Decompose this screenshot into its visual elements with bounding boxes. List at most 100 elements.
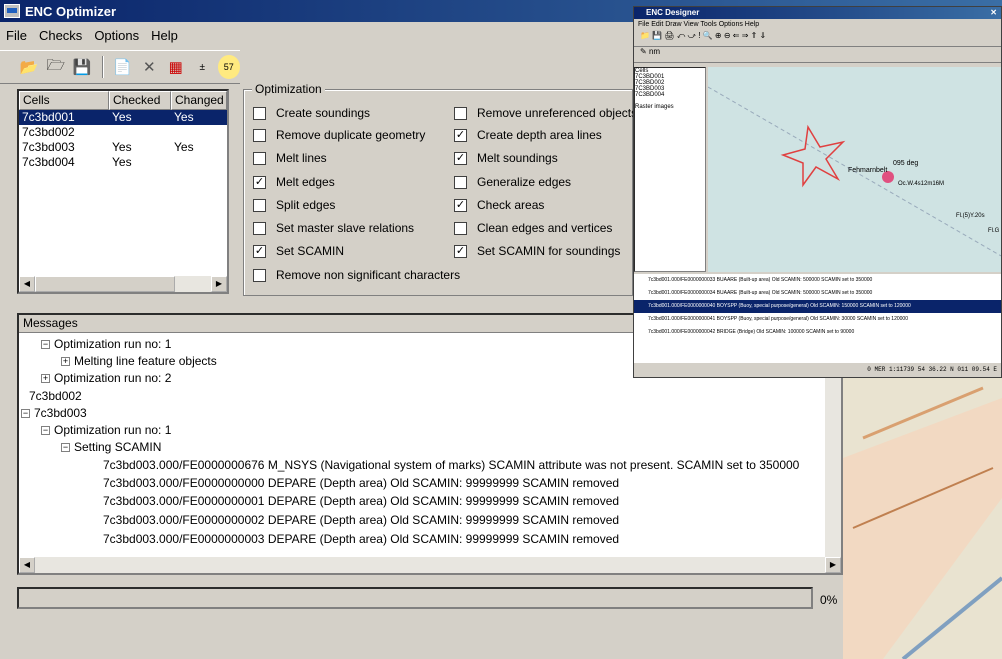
- open-folder-icon[interactable]: 📂: [18, 55, 41, 79]
- cells-list[interactable]: Cells Checked Changed 7c3bd001 Yes Yes 7…: [17, 89, 229, 294]
- scroll-left-icon[interactable]: ◀: [19, 276, 35, 292]
- tree-label: Setting SCAMIN: [74, 440, 162, 454]
- lightbulb-icon[interactable]: 57: [217, 55, 240, 79]
- split-edges-checkbox[interactable]: Split edges: [253, 198, 335, 212]
- check-areas-checkbox[interactable]: ✓ Check areas: [454, 198, 544, 212]
- tree-node[interactable]: + Optimization run no: 2: [41, 371, 171, 386]
- set-scamin-soundings-checkbox[interactable]: ✓ Set SCAMIN for soundings: [454, 244, 620, 258]
- clean-edges-checkbox[interactable]: Clean edges and vertices: [454, 221, 612, 235]
- delete-icon[interactable]: ✕: [138, 55, 161, 79]
- message-line[interactable]: 7c3bd003.000/FE0000000002 DEPARE (Depth …: [103, 513, 619, 528]
- melt-edges-checkbox[interactable]: ✓ Melt edges: [253, 175, 335, 189]
- table-row[interactable]: 7c3bd002: [19, 125, 227, 140]
- message-line[interactable]: 7c3bd003.000/FE0000000003 DEPARE (Depth …: [103, 532, 619, 547]
- cells-hscrollbar[interactable]: ◀ ▶: [19, 276, 227, 292]
- checkbox-box[interactable]: [454, 106, 467, 120]
- table-row[interactable]: 7c3bd001 Yes Yes: [19, 110, 227, 125]
- designer-menu-help[interactable]: Help: [745, 21, 759, 28]
- grid-icon[interactable]: ▦: [165, 55, 188, 79]
- log-line[interactable]: 7c3bd001.000/FE0000000040 BOYSPP (Buoy, …: [634, 300, 1001, 313]
- designer-cell-list[interactable]: Cells 7C3BD001 7C3BD002 7C3BD003 7C3BD00…: [634, 67, 706, 272]
- unit-select[interactable]: nm: [649, 47, 660, 56]
- melt-lines-checkbox[interactable]: Melt lines: [253, 151, 327, 165]
- message-line[interactable]: 7c3bd003.000/FE0000000676 M_NSYS (Naviga…: [103, 458, 799, 473]
- log-line[interactable]: 7c3bd001.000/FE0000000041 BOYSPP (Buoy, …: [634, 313, 1001, 326]
- save-icon[interactable]: 💾: [71, 55, 94, 79]
- menu-help[interactable]: Help: [145, 28, 184, 48]
- designer-menu-file[interactable]: File: [638, 21, 649, 28]
- checkbox-box[interactable]: ✓: [454, 128, 467, 142]
- tree-node[interactable]: + Melting line feature objects: [61, 354, 217, 369]
- designer-menu-tools[interactable]: Tools: [700, 21, 716, 28]
- expand-icon[interactable]: +: [61, 357, 70, 367]
- scroll-thumb[interactable]: [35, 276, 175, 292]
- melt-soundings-checkbox[interactable]: ✓ Melt soundings: [454, 151, 558, 165]
- set-scamin-checkbox[interactable]: ✓ Set SCAMIN: [253, 244, 344, 258]
- log-line[interactable]: 7c3bd001.000/FE0000000034 BUAARE (Built-…: [634, 287, 1001, 300]
- header-cells[interactable]: Cells: [19, 91, 109, 110]
- checkbox-box[interactable]: [253, 268, 266, 282]
- create-depth-lines-checkbox[interactable]: ✓ Create depth area lines: [454, 128, 602, 142]
- map-label: Fehmarnbelt: [848, 167, 887, 174]
- close-icon[interactable]: ✕: [990, 7, 1001, 19]
- scroll-left-icon[interactable]: ◀: [19, 557, 35, 573]
- checkbox-box[interactable]: ✓: [454, 244, 467, 258]
- menu-options[interactable]: Options: [88, 28, 145, 48]
- checkbox-box[interactable]: ✓: [454, 151, 467, 165]
- create-soundings-checkbox[interactable]: Create soundings: [253, 106, 370, 120]
- tree-node[interactable]: − Optimization run no: 1: [41, 423, 171, 438]
- table-row[interactable]: 7c3bd003 Yes Yes: [19, 140, 227, 155]
- remove-duplicate-geometry-checkbox[interactable]: Remove duplicate geometry: [253, 128, 425, 142]
- collapse-icon[interactable]: −: [41, 426, 50, 436]
- menu-checks[interactable]: Checks: [33, 28, 88, 48]
- collapse-icon[interactable]: −: [41, 340, 50, 350]
- log-line[interactable]: 7c3bd001.000/FE0000000042 BRIDGE (Bridge…: [634, 326, 1001, 339]
- designer-map[interactable]: Fehmarnbelt 095 deg Oc.W.4s12m16M Fl.(5)…: [707, 67, 1001, 272]
- messages-hscrollbar[interactable]: ◀ ▶: [19, 557, 841, 573]
- designer-menu-view[interactable]: View: [684, 21, 699, 28]
- table-row[interactable]: 7c3bd004 Yes: [19, 155, 227, 170]
- designer-menu-options[interactable]: Options: [719, 21, 743, 28]
- checkbox-box[interactable]: ✓: [454, 198, 467, 212]
- scroll-right-icon[interactable]: ▶: [211, 276, 227, 292]
- plus-one-icon[interactable]: ±: [191, 55, 214, 79]
- checkbox-box[interactable]: [253, 151, 266, 165]
- checkbox-box[interactable]: [253, 106, 266, 120]
- tree-node[interactable]: − Optimization run no: 1: [41, 337, 171, 352]
- log-line[interactable]: 7c3bd001.000/FE0000000033 BUAARE (Built-…: [634, 274, 1001, 287]
- report-icon[interactable]: 📄: [112, 55, 135, 79]
- set-master-slave-checkbox[interactable]: Set master slave relations: [253, 221, 414, 235]
- checkbox-box[interactable]: [253, 221, 266, 235]
- remove-non-significant-checkbox[interactable]: Remove non significant characters: [253, 268, 460, 282]
- status-value: 0: [867, 366, 871, 373]
- checkbox-box[interactable]: ✓: [253, 244, 266, 258]
- open-folder-alt-icon[interactable]: 🗁: [45, 55, 68, 79]
- checkbox-box[interactable]: [454, 175, 467, 189]
- checkbox-box[interactable]: [454, 221, 467, 235]
- expand-icon[interactable]: +: [41, 374, 50, 384]
- list-item[interactable]: 7C3BD004: [635, 92, 705, 98]
- tree-node[interactable]: −7c3bd003: [21, 406, 87, 421]
- message-line[interactable]: 7c3bd003.000/FE0000000000 DEPARE (Depth …: [103, 476, 619, 491]
- scroll-right-icon[interactable]: ▶: [825, 557, 841, 573]
- designer-menu-edit[interactable]: Edit: [651, 21, 663, 28]
- message-line[interactable]: 7c3bd003.000/FE0000000001 DEPARE (Depth …: [103, 494, 619, 509]
- checkbox-box[interactable]: [253, 198, 266, 212]
- collapse-icon[interactable]: −: [61, 443, 70, 453]
- menu-file[interactable]: File: [0, 28, 33, 48]
- toolbar: 📂 🗁 💾 📄 ✕ ▦ ± 57: [0, 50, 240, 84]
- tree-node[interactable]: 7c3bd002: [29, 389, 82, 404]
- checkbox-box[interactable]: ✓: [253, 175, 266, 189]
- tree-label: 7c3bd003: [34, 406, 87, 420]
- checkbox-box[interactable]: [253, 128, 266, 142]
- designer-menu-draw[interactable]: Draw: [665, 21, 681, 28]
- designer-toolbar: 📁 💾 🖨 ⤺ ⤻ ! 🔍 ⊕ ⊖ ⇐ ⇒ ⇑ ⇓: [634, 31, 1001, 47]
- collapse-icon[interactable]: −: [21, 409, 30, 419]
- optimization-legend: Optimization: [252, 82, 325, 96]
- header-checked[interactable]: Checked: [109, 91, 171, 110]
- designer-log[interactable]: 7c3bd001.000/FE0000000033 BUAARE (Built-…: [634, 274, 1001, 364]
- header-changed[interactable]: Changed: [171, 91, 227, 110]
- tree-node[interactable]: − Setting SCAMIN: [61, 440, 161, 455]
- generalize-edges-checkbox[interactable]: Generalize edges: [454, 175, 571, 189]
- remove-unreferenced-checkbox[interactable]: Remove unreferenced objects: [454, 106, 637, 120]
